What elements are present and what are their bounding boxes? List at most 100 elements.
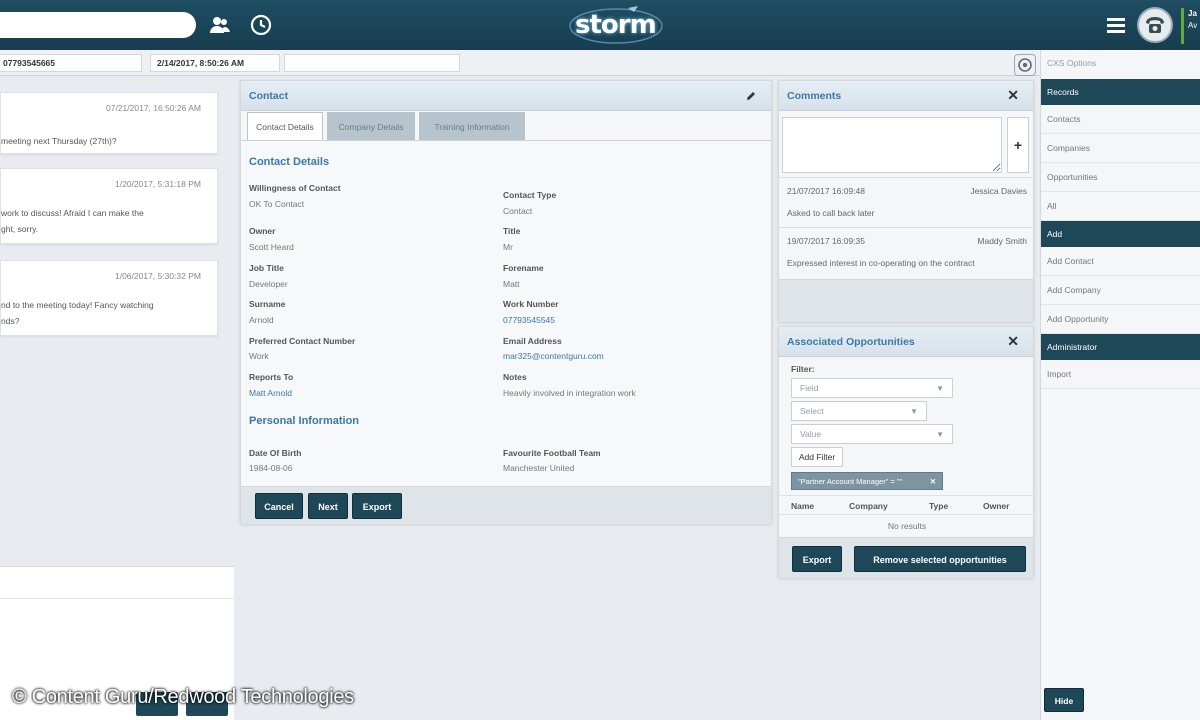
hide-button[interactable]: Hide [1044, 688, 1084, 712]
settings-icon[interactable] [1014, 54, 1036, 76]
field-label: Contact Type [503, 190, 557, 200]
phone-button[interactable] [1137, 7, 1173, 43]
field-value: Developer [249, 279, 288, 289]
comment-item: 19/07/2017 16:09:35 Maddy Smith Expresse… [779, 227, 1035, 277]
add-comment-button[interactable]: + [1007, 117, 1029, 173]
opportunities-panel-title: Associated Opportunities [787, 336, 915, 348]
close-icon[interactable]: ✕ [1007, 334, 1019, 348]
sidebar-item-opportunities[interactable]: Opportunities [1041, 163, 1200, 192]
search-input[interactable] [0, 12, 196, 38]
email-link[interactable]: mar325@contentguru.com [503, 351, 604, 361]
history-icon[interactable] [249, 13, 273, 37]
comment-date: 21/07/2017 16:09:48 [787, 186, 865, 196]
field-label: Job Title [249, 263, 284, 273]
opportunities-panel: Associated Opportunities ✕ Filter: Field… [778, 326, 1035, 578]
tab-company-details[interactable]: Company Details [327, 112, 415, 140]
section-personal-information: Personal Information [249, 415, 360, 427]
opportunities-table-header: Name Company Type Owner [779, 495, 1035, 515]
work-number-link[interactable]: 07793545545 [503, 315, 555, 325]
sidebar-item-add-opportunity[interactable]: Add Opportunity [1041, 305, 1200, 334]
opportunities-panel-header: Associated Opportunities ✕ [779, 327, 1033, 357]
sidebar-item-add-contact[interactable]: Add Contact [1041, 247, 1200, 276]
message-card[interactable]: 07/21/2017, 16:50:26 AM meeting next Thu… [0, 92, 218, 154]
sidebar-item-all[interactable]: All [1041, 192, 1200, 221]
sidebar-item-contacts[interactable]: Contacts [1041, 105, 1200, 134]
filter-field-placeholder: Field [800, 383, 819, 393]
filter-operator-select[interactable]: Select ▼ [791, 401, 927, 421]
sidebar-header-records[interactable]: Records [1041, 79, 1200, 105]
remove-opportunities-button[interactable]: Remove selected opportunities [854, 546, 1026, 572]
comments-panel: Comments ✕ + 21/07/2017 16:09:48 Jessica… [778, 80, 1035, 322]
sidebar-item-companies[interactable]: Companies [1041, 134, 1200, 163]
field-value: Scott Heard [249, 242, 294, 252]
message-card[interactable]: 1/06/2017, 5:30:32 PM nd to the meeting … [0, 260, 218, 336]
sidebar-item-import[interactable]: Import [1041, 360, 1200, 389]
user-status-text: Av [1188, 21, 1198, 30]
comment-author: Jessica Davies [970, 186, 1027, 196]
field-value: Arnold [249, 315, 274, 325]
comment-item: 21/07/2017 16:09:48 Jessica Davies Asked… [779, 177, 1035, 223]
remove-filter-icon[interactable]: ✕ [930, 473, 936, 490]
contact-panel-footer: Cancel Next Export [241, 486, 771, 524]
active-filter-text: "Partner Account Manager" = "" [798, 477, 903, 486]
no-results-text: No results [887, 521, 927, 531]
field-value: Work [249, 351, 269, 361]
message-card[interactable]: 1/20/2017, 5:31:18 PM work to discuss! A… [0, 168, 218, 244]
tab-contact-details[interactable]: Contact Details [247, 112, 323, 140]
field-value: 1984-08-06 [249, 463, 293, 473]
comment-text: Asked to call back later [787, 208, 875, 218]
field-value: Mr [503, 242, 513, 252]
field-label: Reports To [249, 372, 294, 382]
field-value: Contact [503, 206, 533, 216]
user-status[interactable]: Ja Av [1181, 8, 1200, 44]
column-type[interactable]: Type [929, 501, 948, 511]
menu-icon[interactable] [1104, 13, 1128, 37]
message-timestamp: 1/06/2017, 5:30:32 PM [114, 271, 201, 281]
comments-panel-footer [779, 279, 1033, 322]
field-label: Title [503, 226, 521, 236]
filter-value-select[interactable]: Value ▼ [791, 424, 953, 444]
contact-panel-header: Contact [241, 81, 771, 111]
message-text: work to discuss! Afraid I can make the g… [1, 208, 144, 234]
cancel-button[interactable]: Cancel [255, 493, 303, 519]
top-bar: storm Ja Av [0, 0, 1200, 50]
contact-panel-title: Contact [249, 90, 289, 102]
sidebar-item-add-company[interactable]: Add Company [1041, 276, 1200, 305]
tab-training-information[interactable]: Training Information [419, 112, 525, 140]
column-company[interactable]: Company [849, 501, 888, 511]
chevron-down-icon: ▼ [936, 384, 944, 393]
reports-to-link[interactable]: Matt Arnold [249, 388, 292, 398]
column-owner[interactable]: Owner [983, 501, 1009, 511]
opportunities-panel-footer: Export Remove selected opportunities [779, 537, 1033, 578]
field-value: Heavily involved in integration work [503, 388, 636, 398]
contact-panel: Contact Contact Details Company Details … [240, 80, 772, 524]
message-text: meeting next Thursday (27th)? [1, 136, 117, 146]
export-opportunities-button[interactable]: Export [792, 546, 842, 572]
edit-pencil-icon[interactable] [745, 90, 757, 104]
field-label: Work Number [503, 299, 559, 309]
sidebar-header-administrator[interactable]: Administrator [1041, 334, 1200, 360]
field-value: Matt [503, 279, 520, 289]
copyright-watermark: © Content Guru/Redwood Technologies [12, 686, 354, 708]
sidebar-header-add[interactable]: Add [1041, 221, 1200, 247]
message-timestamp: 07/21/2017, 16:50:26 AM [106, 103, 201, 113]
next-button[interactable]: Next [308, 493, 348, 519]
close-icon[interactable]: ✕ [1007, 88, 1019, 102]
filter-value-placeholder: Value [800, 429, 822, 439]
comments-panel-title: Comments [787, 90, 842, 102]
comment-input[interactable] [782, 117, 1002, 173]
field-value: Manchester United [503, 463, 575, 473]
contacts-icon[interactable] [208, 13, 232, 37]
field-label: Surname [249, 299, 286, 309]
column-name[interactable]: Name [791, 501, 814, 511]
sidebar-options-title: CXS Options [1047, 58, 1097, 68]
add-filter-button[interactable]: Add Filter [791, 447, 843, 467]
phone-chip: 07793545665 [0, 54, 142, 72]
filter-field-select[interactable]: Field ▼ [791, 378, 953, 398]
chevron-down-icon: ▼ [936, 430, 944, 439]
field-label: Email Address [503, 336, 562, 346]
active-filter-tag: "Partner Account Manager" = "" ✕ [791, 472, 943, 490]
field-label: Owner [249, 226, 276, 236]
message-timestamp: 1/20/2017, 5:31:18 PM [114, 179, 201, 189]
export-button[interactable]: Export [352, 493, 402, 519]
